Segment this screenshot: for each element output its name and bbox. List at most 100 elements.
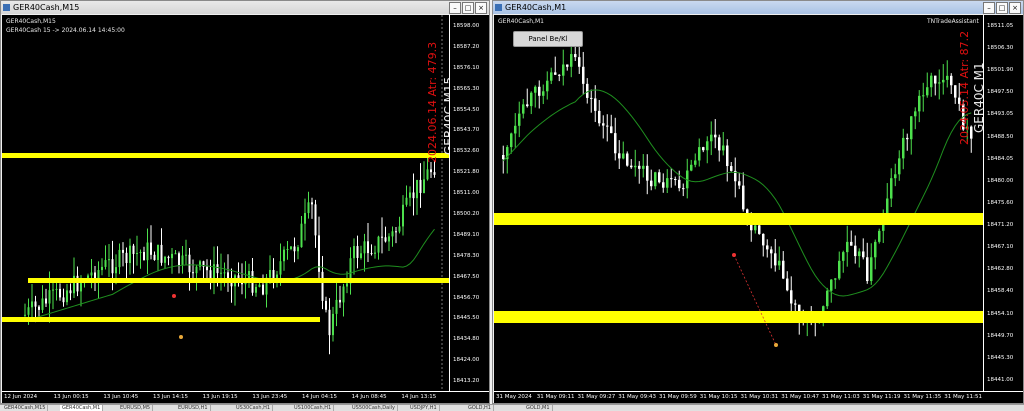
chart-tab[interactable]: US100Cash,H1	[292, 405, 335, 411]
candle-body	[886, 198, 889, 214]
chart-tab[interactable]: GER40Cash,M1	[60, 405, 104, 411]
candle-body	[846, 241, 849, 253]
chart-tab[interactable]: US30Cash,H1	[234, 405, 274, 411]
candle-body	[918, 95, 921, 112]
candle-body	[542, 91, 545, 96]
candle-body	[790, 290, 793, 304]
candle-body	[192, 272, 194, 274]
candle-body	[255, 286, 257, 293]
left-price-axis[interactable]: 18598.00 18587.20 18576.10 18565.30 18554.50…	[449, 15, 489, 391]
candle-body	[283, 249, 285, 262]
candle-body	[590, 97, 593, 99]
candle-body	[262, 284, 264, 295]
candle-body	[367, 241, 369, 254]
candle-body	[650, 180, 653, 187]
candle-body	[108, 259, 110, 261]
chart-window-icon	[495, 4, 502, 11]
candle-body	[423, 179, 425, 193]
right-price-axis[interactable]: 18511.05 18506.30 18501.90 18497.50 18493.05…	[983, 15, 1023, 391]
candle-body	[38, 306, 40, 310]
candle-body	[279, 261, 282, 275]
candle-body	[304, 213, 306, 224]
minimize-button[interactable]: –	[449, 2, 461, 14]
candle-body	[922, 95, 925, 97]
candle-body	[574, 54, 577, 58]
minimize-button[interactable]: –	[983, 2, 995, 14]
candle-body	[405, 197, 408, 205]
right-price-tick: 18493.05	[987, 111, 1014, 118]
right-price-chart[interactable]: GER40Cash,M1 TNTradeAssistant Panel Be/K…	[494, 15, 1023, 403]
candle-body	[216, 264, 219, 274]
candle-body	[862, 251, 865, 258]
candle-body	[858, 251, 861, 257]
candle-body	[878, 230, 881, 242]
candle-body	[738, 181, 741, 186]
candle-body	[223, 272, 226, 274]
candle-body	[55, 288, 58, 290]
left-price-chart[interactable]: GER40Cash,M15 GER40Cash 15 -> 2024.06.14…	[2, 15, 489, 403]
candle-body	[69, 290, 72, 294]
candle-body	[706, 141, 709, 151]
candle-body	[586, 83, 589, 98]
right-price-tick: 18475.60	[987, 199, 1014, 206]
candle-body	[926, 87, 929, 96]
indicator-label: TNTradeAssistant	[927, 18, 979, 25]
right-time-tick: 31 May 09:27	[577, 394, 616, 400]
candle-body	[898, 158, 901, 175]
right-window-titlebar[interactable]: GER40Cash,M1 – □ ×	[493, 1, 1023, 14]
right-price-tick: 18467.10	[987, 244, 1014, 251]
right-price-tick: 18488.50	[987, 133, 1014, 140]
candle-body	[178, 253, 180, 266]
chart-tab[interactable]: US500Cash,Daily	[350, 405, 398, 411]
chart-tab[interactable]: EURUSD,H1	[176, 405, 211, 411]
candle-body	[566, 64, 569, 67]
chart-tab[interactable]: EURUSD,M5	[118, 405, 154, 411]
left-chart-header: GER40Cash,M15	[6, 18, 56, 25]
candle-body	[419, 179, 422, 193]
left-chart-window[interactable]: GER40Cash,M15 – □ × GER40Cash,M15 GER40C…	[0, 0, 490, 404]
candle-body	[206, 266, 208, 271]
candle-body	[297, 247, 299, 252]
candle-body	[938, 82, 941, 84]
chart-tab[interactable]: GOLD,M1	[524, 405, 553, 411]
candle-body	[416, 179, 418, 199]
close-button[interactable]: ×	[475, 2, 487, 14]
left-price-tick: 18445.50	[453, 315, 480, 322]
candle-body	[59, 288, 61, 298]
right-time-tick: 31 May 10:47	[781, 394, 819, 400]
close-button[interactable]: ×	[1009, 2, 1021, 14]
panel-be-kl-button[interactable]: Panel Be/Kl	[513, 31, 583, 47]
candle-body	[934, 75, 937, 84]
candle-body	[554, 72, 557, 75]
left-window-titlebar[interactable]: GER40Cash,M15 – □ ×	[1, 1, 489, 14]
left-chart-info: GER40Cash 15 -> 2024.06.14 14:45:00	[6, 27, 125, 34]
left-time-axis[interactable]: 12 Jun 2024 13 Jun 00:15 13 Jun 10:45 13 Ju…	[2, 391, 489, 403]
left-price-tick: 18521.80	[453, 169, 480, 176]
chart-tab[interactable]: USDJPY,H1	[408, 405, 440, 411]
candle-body	[160, 244, 163, 263]
candle-body	[391, 231, 394, 237]
left-price-tick: 18424.00	[453, 357, 480, 364]
candle-body	[854, 245, 857, 257]
right-time-axis[interactable]: 31 May 2024 31 May 09:11 31 May 09:27 31 Ma…	[494, 391, 1023, 403]
candle-body	[710, 134, 713, 142]
chart-tab[interactable]: GER40Cash,M15	[2, 405, 49, 411]
candle-body	[502, 155, 505, 160]
trade-marker-icon	[732, 253, 736, 257]
chart-tab[interactable]: GOLD,H1	[466, 405, 494, 411]
chart-window-icon	[3, 4, 10, 11]
right-chart-window[interactable]: GER40Cash,M1 – □ × GER40Cash,M1 TNTradeA…	[492, 0, 1024, 404]
left-price-tick: 18587.20	[453, 43, 480, 50]
candle-body	[395, 231, 397, 233]
candle-body	[618, 153, 621, 159]
right-price-tick: 18471.20	[987, 222, 1014, 229]
candle-body	[24, 314, 26, 316]
maximize-button[interactable]: □	[996, 2, 1008, 14]
right-price-tick: 18462.80	[987, 266, 1014, 273]
candle-body	[153, 254, 156, 260]
right-atr-label: 2024.05.14 Atr: 87.2	[958, 30, 971, 145]
candle-body	[111, 259, 114, 274]
left-price-tick: 18576.10	[453, 64, 480, 71]
right-price-tick: 18506.30	[987, 45, 1014, 52]
maximize-button[interactable]: □	[462, 2, 474, 14]
